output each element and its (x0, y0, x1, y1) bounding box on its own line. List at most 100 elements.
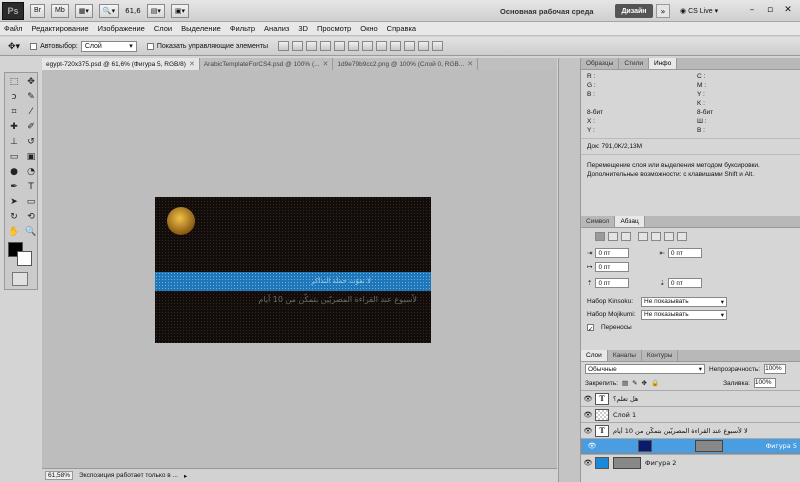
history-brush-icon[interactable]: ↺ (23, 135, 39, 149)
menu-filter[interactable]: Фильтр (230, 24, 255, 33)
minibridge-button[interactable]: Mb (51, 3, 69, 18)
align-hcenter-icon[interactable] (334, 41, 345, 51)
menu-file[interactable]: Файл (4, 24, 22, 33)
layer-row[interactable]: 👁 T لا لأسبوع عند القراءة المصريّين بتمك… (581, 422, 800, 438)
tab-channels[interactable]: Каналы (608, 350, 642, 361)
layer-row[interactable]: 👁 Фигура 2 (581, 454, 800, 470)
layer-row[interactable]: 👁 T هل تعلم؟ (581, 390, 800, 406)
tab-paths[interactable]: Контуры (642, 350, 679, 361)
eyedropper-tool-icon[interactable]: ⁄ (23, 105, 39, 119)
align-top-icon[interactable] (278, 41, 289, 51)
bridge-button[interactable]: Br (30, 3, 45, 18)
arrange-button[interactable]: ▤▾ (146, 3, 165, 18)
visibility-eye-icon[interactable]: 👁 (581, 411, 595, 419)
tab-swatches[interactable]: Образцы (581, 58, 620, 69)
menu-window[interactable]: Окно (360, 24, 377, 33)
close-button[interactable]: ✕ (780, 3, 796, 17)
layer-row-selected[interactable]: 👁 Фигура 5 (581, 438, 800, 454)
marquee-tool-icon[interactable]: ⬚ (6, 75, 22, 89)
lock-brush-icon[interactable]: ✎ (632, 379, 637, 387)
status-zoom[interactable]: 61,58% (45, 471, 74, 480)
align-bottom-icon[interactable] (306, 41, 317, 51)
status-menu-icon[interactable]: ▸ (184, 472, 187, 480)
3d-orbit-icon[interactable]: ⟲ (23, 210, 39, 224)
menu-view[interactable]: Просмотр (317, 24, 351, 33)
opacity-field[interactable]: 100% (764, 364, 787, 374)
lock-transparency-icon[interactable]: ▨ (622, 379, 628, 387)
screen-mode-button[interactable]: ▣▾ (170, 3, 189, 18)
space-before-field[interactable]: 0 пт (595, 278, 630, 288)
autoselect-checkbox[interactable] (30, 42, 38, 50)
menu-analysis[interactable]: Анализ (264, 24, 289, 33)
cs-live-button[interactable]: ◉ CS Live ▾ (680, 4, 718, 18)
tab-layers[interactable]: Слои (581, 350, 608, 361)
space-after-field[interactable]: 0 пт (667, 278, 702, 288)
healing-brush-icon[interactable]: ✚ (6, 120, 22, 134)
pen-tool-icon[interactable]: ✒ (6, 180, 22, 194)
3d-rotate-icon[interactable]: ↻ (6, 210, 22, 224)
distribute-top-icon[interactable] (362, 41, 373, 51)
align-center-icon[interactable] (608, 232, 618, 241)
blur-tool-icon[interactable]: ● (6, 165, 22, 179)
minimize-button[interactable]: – (744, 3, 760, 17)
close-icon[interactable]: ✕ (467, 60, 473, 68)
menu-help[interactable]: Справка (387, 24, 416, 33)
indent-left-field[interactable]: 0 пт (595, 248, 630, 258)
maximize-button[interactable]: ▫ (762, 3, 778, 17)
kinsoku-dropdown[interactable]: Не показывать ▾ (641, 296, 727, 307)
distribute-bottom-icon[interactable] (390, 41, 401, 51)
gradient-tool-icon[interactable]: ▣ (23, 150, 39, 164)
lasso-tool-icon[interactable]: ↄ (6, 90, 22, 104)
align-left-icon[interactable] (595, 232, 605, 241)
align-right-icon[interactable] (348, 41, 359, 51)
move-tool-icon[interactable]: ✥▾ (8, 41, 20, 52)
justify-right-icon[interactable] (664, 232, 674, 241)
fill-field[interactable]: 100% (753, 378, 776, 388)
close-icon[interactable]: ✕ (323, 60, 329, 68)
menu-image[interactable]: Изображение (98, 24, 145, 33)
doc-tab-arabic-template[interactable]: ArabicTemplateForCS4.psd @ 100% (... ✕ (200, 58, 334, 70)
color-swatches[interactable] (8, 242, 34, 268)
lock-all-icon[interactable]: 🔒 (651, 379, 659, 387)
canvas-area[interactable]: لا تفوّت حملة التذاكر لأسبوع عند القراءة… (42, 70, 557, 468)
blend-mode-dropdown[interactable]: Обычные ▾ (585, 364, 705, 374)
view-extras-button[interactable]: ▦▾ (74, 3, 93, 18)
distribute-hcenter-icon[interactable] (418, 41, 429, 51)
doc-tab-egypt[interactable]: egypt-720x375.psd @ 61,6% (Фигура 5, RGB… (42, 58, 200, 70)
path-select-icon[interactable]: ➤ (6, 195, 22, 209)
visibility-eye-icon[interactable]: 👁 (581, 395, 595, 403)
shape-tool-icon[interactable]: ▭ (23, 195, 39, 209)
indent-first-field[interactable]: 0 пт (595, 262, 630, 272)
crop-tool-icon[interactable]: ⌗ (6, 105, 22, 119)
brush-tool-icon[interactable]: ✐ (23, 120, 39, 134)
visibility-eye-icon[interactable]: 👁 (581, 459, 595, 467)
menu-layers[interactable]: Слои (154, 24, 172, 33)
align-left-icon[interactable] (320, 41, 331, 51)
doc-tab-png[interactable]: 1d9e79b9cc2.png @ 100% (Слой 0, RGB... ✕ (333, 58, 479, 70)
tab-paragraph[interactable]: Абзац (615, 216, 645, 227)
type-tool-icon[interactable]: T (23, 180, 39, 194)
dodge-tool-icon[interactable]: ◔ (23, 165, 39, 179)
close-icon[interactable]: ✕ (189, 60, 195, 68)
align-right-icon[interactable] (621, 232, 631, 241)
document-artwork[interactable]: لا تفوّت حملة التذاكر لأسبوع عند القراءة… (155, 197, 431, 343)
align-vcenter-icon[interactable] (292, 41, 303, 51)
justify-center-icon[interactable] (651, 232, 661, 241)
tab-styles[interactable]: Стили (619, 58, 650, 69)
indent-right-field[interactable]: 0 пт (667, 248, 702, 258)
menu-select[interactable]: Выделение (181, 24, 221, 33)
quick-select-tool-icon[interactable]: ✎ (23, 90, 39, 104)
quick-mask-icon[interactable] (12, 272, 28, 286)
design-workspace-button[interactable]: Дизайн (615, 4, 653, 18)
hyphenate-checkbox[interactable]: ✓ (587, 324, 594, 333)
move-tool-icon[interactable]: ✥ (23, 75, 39, 89)
more-workspaces-button[interactable]: » (656, 4, 670, 18)
zoom-tool-icon[interactable]: 🔍 (23, 225, 39, 239)
workspace-label[interactable]: Основная рабочая среда (500, 4, 594, 18)
lock-move-icon[interactable]: ✥ (642, 379, 647, 387)
tab-character[interactable]: Символ (581, 216, 616, 227)
menu-edit[interactable]: Редактирование (31, 24, 88, 33)
distribute-right-icon[interactable] (432, 41, 443, 51)
mojikumi-dropdown[interactable]: Не показывать ▾ (641, 309, 727, 320)
tab-info[interactable]: Инфо (649, 58, 678, 69)
